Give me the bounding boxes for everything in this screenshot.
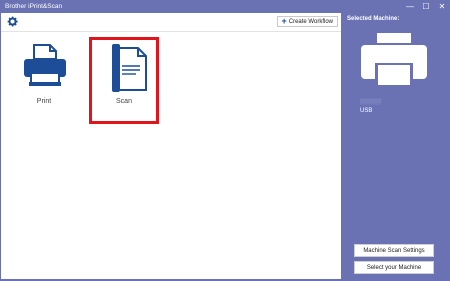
app-title: Brother iPrint&Scan [5, 3, 63, 10]
window-controls: — ☐ ✕ [402, 0, 450, 13]
create-workflow-label: Create Workflow [288, 18, 333, 25]
machine-sidebar: Selected Machine: ▒▒▒▒▒▒ USB Machine Sca… [341, 13, 450, 281]
printer-icon [24, 44, 66, 86]
maximize-button[interactable]: ☐ [418, 0, 434, 13]
machine-scan-settings-button[interactable]: Machine Scan Settings [354, 244, 434, 257]
toolbar: + Create Workflow [1, 13, 341, 32]
selected-machine-label: Selected Machine: [347, 16, 400, 22]
machine-name: ▒▒▒▒▒▒ [360, 99, 382, 105]
create-workflow-button[interactable]: + Create Workflow [277, 16, 338, 27]
close-button[interactable]: ✕ [434, 0, 450, 13]
minimize-button[interactable]: — [402, 0, 418, 13]
plus-icon: + [281, 16, 287, 26]
scan-document-icon [112, 44, 147, 92]
workflow-panel: + Create Workflow Print Scan [1, 13, 341, 279]
print-label: Print [36, 98, 52, 105]
print-tile[interactable]: Print [9, 37, 79, 124]
scan-label: Scan [116, 98, 132, 105]
printer-icon [361, 33, 427, 85]
select-machine-button[interactable]: Select your Machine [354, 261, 434, 274]
gear-icon[interactable] [6, 15, 19, 28]
connection-type: USB [360, 108, 373, 114]
scan-tile[interactable]: Scan [89, 37, 159, 124]
title-bar: Brother iPrint&Scan — ☐ ✕ [0, 0, 450, 13]
